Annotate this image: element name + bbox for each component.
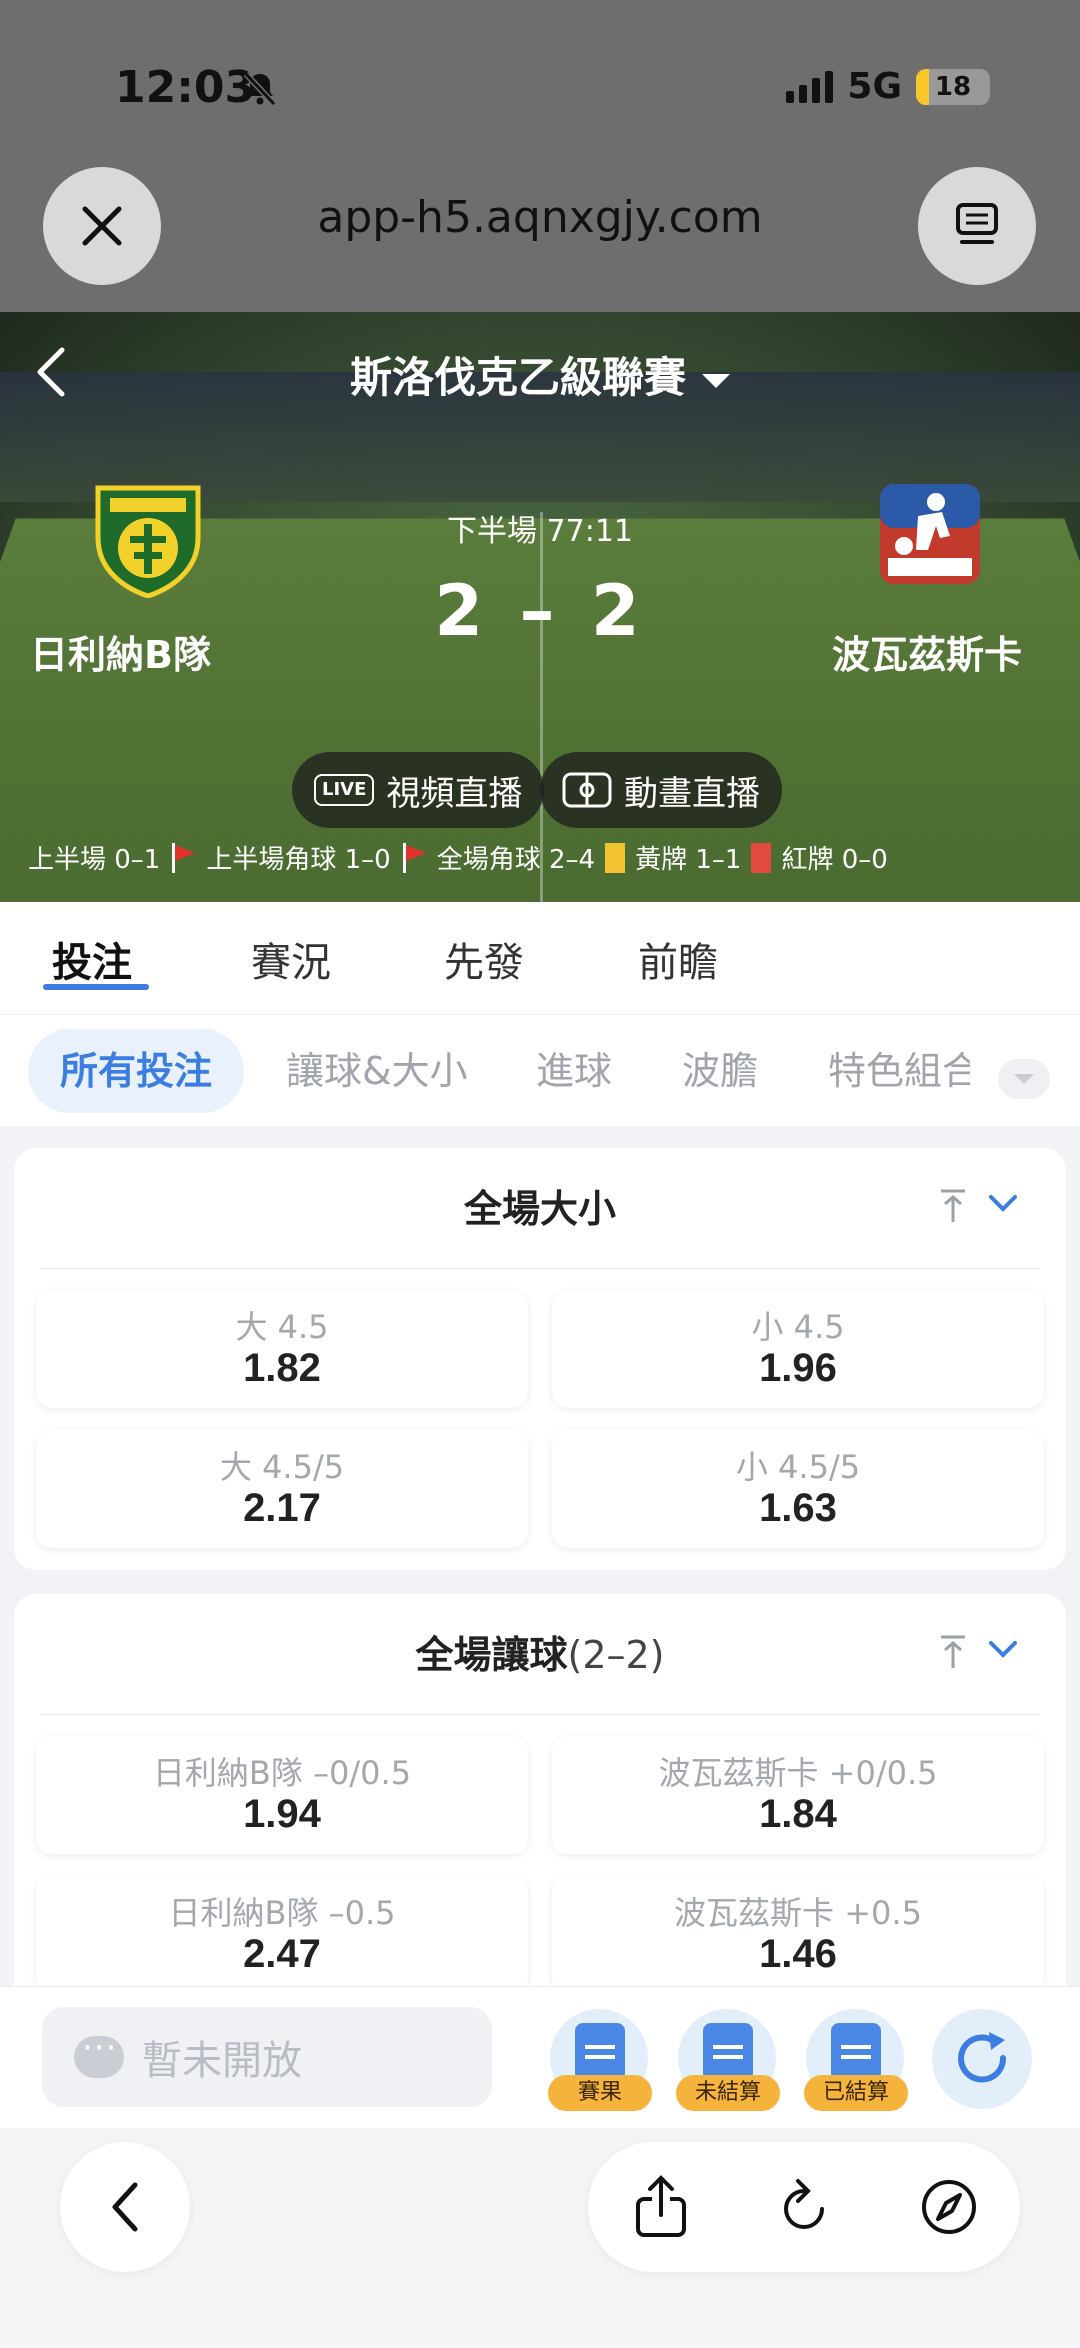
results-button[interactable]: 賽果 [548,2009,652,2111]
market-title: 全場大小 [463,1187,616,1231]
odds-button[interactable]: 波瓦茲斯卡 +0/0.5 1.84 [552,1736,1044,1854]
more-categories-button[interactable] [998,1059,1050,1099]
status-time: 12:03 [115,62,256,113]
odds-button[interactable]: 大 4.5/5 2.17 [36,1430,528,1548]
collapse-chevron-icon[interactable] [988,1638,1018,1660]
league-selector[interactable]: 斯洛伐克乙級聯賽 [0,344,1080,405]
divider [40,1268,1040,1269]
corner-flag-icon [401,842,427,873]
odds-button[interactable]: 小 4.5 1.96 [552,1290,1044,1408]
market-title: 全場讓球(2–2) [415,1633,665,1677]
refresh-button[interactable] [932,2009,1032,2109]
share-icon[interactable] [630,2175,692,2239]
unsettled-button[interactable]: 未結算 [676,2009,780,2111]
pin-to-top-icon[interactable] [938,1634,968,1670]
signal-icon [786,70,834,103]
chat-input[interactable]: 暫未開放 [42,2007,492,2107]
tab-live-status[interactable]: 賽況 [251,930,331,988]
video-live-button[interactable]: LIVE 視頻直播 [292,752,545,828]
animation-live-button[interactable]: 動畫直播 [540,752,782,828]
odds-button[interactable]: 小 4.5/5 1.63 [552,1430,1044,1548]
refresh-icon [958,2032,1007,2083]
tab-bets[interactable]: 投注 [52,930,132,988]
network-label: 5G [847,66,902,107]
reader-menu-button[interactable] [918,167,1036,285]
calendar-icon [831,2023,881,2081]
subtab-correct-score[interactable]: 波膽 [682,1029,758,1113]
corner-flag-icon [170,842,196,873]
subtab-goals[interactable]: 進球 [536,1029,612,1113]
battery-icon: 18 [916,68,990,105]
odds-button[interactable]: 日利納B隊 –0.5 2.47 [36,1876,528,1994]
tab-preview[interactable]: 前瞻 [638,930,718,988]
subtab-handicap-totals[interactable]: 讓球&大小 [286,1029,468,1113]
settled-button[interactable]: 已結算 [804,2009,908,2111]
match-stats-row: 上半場 0–1 上半場角球 1–0 全場角球 2–4 黃牌 1–1 紅牌 0–0 [28,839,888,876]
tab-active-indicator [43,984,149,990]
away-team-name: 波瓦茲斯卡 [832,633,1023,677]
compass-icon[interactable] [918,2175,980,2239]
odds-button[interactable]: 波瓦茲斯卡 +0.5 1.46 [552,1876,1044,1994]
match-header: 斯洛伐克乙級聯賽 日利納B隊 下半場 77:11 2 – 2 波瓦茲斯卡 LIV… [0,312,1080,902]
subtab-specials[interactable]: 特色組合 [828,1029,970,1113]
yellow-card-icon [605,842,626,873]
collapse-chevron-icon[interactable] [988,1192,1018,1214]
caret-down-icon [1014,1074,1034,1084]
red-card-icon [751,842,772,873]
bet-category-tabs: 所有投注 讓球&大小 進球 波膽 特色組合 [0,1014,1080,1126]
browser-top-bar: 12:03 5G 18 app-h5.aqnxgjy.com [0,0,1080,312]
main-tabs: 投注 賽況 先發 前瞻 [0,902,1080,1014]
back-chevron-icon [112,2182,138,2232]
calendar-icon [703,2023,753,2081]
live-tv-icon: LIVE [314,774,375,806]
status-indicators: 5G 18 [786,66,990,107]
subtab-all-bets[interactable]: 所有投注 [28,1029,245,1113]
away-team-crest-icon [880,484,980,584]
odds-button[interactable]: 日利納B隊 –0/0.5 1.94 [36,1736,528,1854]
reload-icon[interactable] [774,2175,836,2239]
pitch-animation-icon [562,772,612,808]
browser-actions-pill [588,2142,1020,2272]
bet-action-bar: 暫未開放 賽果 未結算 已結算 [0,1986,1080,2128]
pin-to-top-icon[interactable] [938,1188,968,1224]
document-icon [575,2023,625,2081]
tab-lineups[interactable]: 先發 [444,930,524,988]
browser-back-button[interactable] [60,2142,190,2272]
caret-down-icon [702,373,730,388]
bell-muted-icon [243,71,277,107]
browser-bottom-toolbar [0,2128,1080,2348]
market-card-handicap: 全場讓球(2–2) 日利納B隊 –0/0.5 1.94 波瓦茲斯卡 +0/0.5… [14,1594,1066,2014]
chat-bubble-icon [74,2028,124,2078]
odds-button[interactable]: 大 4.5 1.82 [36,1290,528,1408]
divider [40,1714,1040,1715]
market-card-totals: 全場大小 大 4.5 1.82 小 4.5 1.96 大 4.5/5 2.17 … [14,1148,1066,1570]
menu-card-icon [956,203,998,244]
